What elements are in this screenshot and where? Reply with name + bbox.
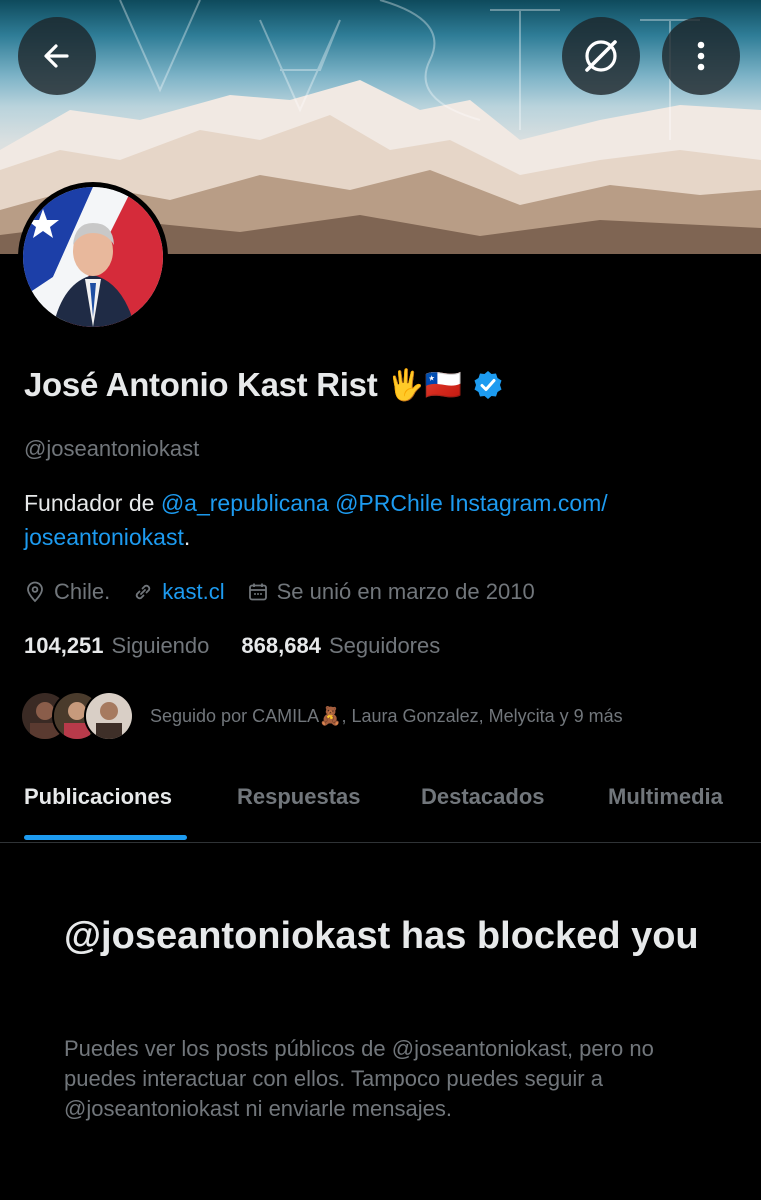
bio-prefix: Fundador de bbox=[24, 490, 161, 516]
profile-name: José Antonio Kast Rist bbox=[24, 366, 378, 403]
following-count[interactable]: 104,251 bbox=[24, 633, 104, 659]
tab-multimedia[interactable]: Multimedia bbox=[608, 784, 723, 810]
active-tab-indicator bbox=[24, 835, 187, 840]
profile-tabs: Publicaciones Respuestas Destacados Mult… bbox=[0, 768, 761, 843]
blocked-title: @joseantoniokast has blocked you bbox=[64, 915, 699, 957]
link-icon bbox=[136, 584, 151, 600]
blocked-description: Puedes ver los posts públicos de @josean… bbox=[64, 1036, 654, 1121]
tab-publicaciones[interactable]: Publicaciones bbox=[24, 784, 172, 810]
joined-text: Se unió en marzo de 2010 bbox=[276, 579, 535, 604]
follower-avatar bbox=[84, 691, 134, 741]
instagram-link-part2[interactable]: joseantoniokast bbox=[24, 524, 184, 550]
website-item[interactable]: kast.cl bbox=[132, 579, 225, 605]
followed-by-text: Seguido por CAMILA🧸, Laura Gonzalez, Mel… bbox=[150, 705, 623, 726]
location-pin-icon bbox=[27, 581, 43, 603]
avatar bbox=[23, 187, 163, 327]
profile-handle: @joseantoniokast bbox=[24, 436, 200, 461]
mention-link-prchile[interactable]: @PRChile bbox=[335, 490, 443, 516]
profile-meta: Chile. kast.cl Se unió en marzo de 2010 bbox=[24, 572, 557, 612]
more-options-button[interactable] bbox=[662, 17, 740, 95]
grok-button[interactable] bbox=[562, 17, 640, 95]
grok-icon bbox=[585, 40, 617, 72]
profile-bio: Fundador de @a_republicana @PRChile Inst… bbox=[24, 486, 724, 554]
profile-name-row: José Antonio Kast Rist 🖐🇨🇱 bbox=[24, 360, 504, 410]
vertical-ellipsis-icon bbox=[697, 41, 705, 71]
followers-label[interactable]: Seguidores bbox=[329, 633, 440, 659]
location-text: Chile. bbox=[54, 579, 111, 604]
joined-item: Se unió en marzo de 2010 bbox=[247, 579, 535, 605]
tab-destacados[interactable]: Destacados bbox=[421, 784, 545, 810]
arrow-left-icon bbox=[44, 44, 69, 68]
calendar-icon bbox=[248, 583, 267, 601]
instagram-link-part1[interactable]: Instagram.com/ bbox=[449, 490, 608, 516]
profile-stats: 104,251 Siguiendo 868,684 Seguidores bbox=[24, 628, 472, 664]
bio-suffix: . bbox=[183, 524, 191, 550]
mention-link-a-republicana[interactable]: @a_republicana bbox=[161, 490, 329, 516]
following-label[interactable]: Siguiendo bbox=[112, 633, 210, 659]
followed-by-row[interactable]: Seguido por CAMILA🧸, Laura Gonzalez, Mel… bbox=[20, 690, 623, 742]
tab-respuestas[interactable]: Respuestas bbox=[237, 784, 361, 810]
website-link[interactable]: kast.cl bbox=[162, 579, 224, 605]
verified-badge-icon[interactable] bbox=[472, 369, 504, 401]
profile-avatar-ring[interactable] bbox=[18, 182, 168, 332]
name-emojis: 🖐🇨🇱 bbox=[387, 368, 463, 402]
followers-count[interactable]: 868,684 bbox=[241, 633, 321, 659]
back-button[interactable] bbox=[18, 17, 96, 95]
location-item: Chile. bbox=[24, 579, 110, 605]
